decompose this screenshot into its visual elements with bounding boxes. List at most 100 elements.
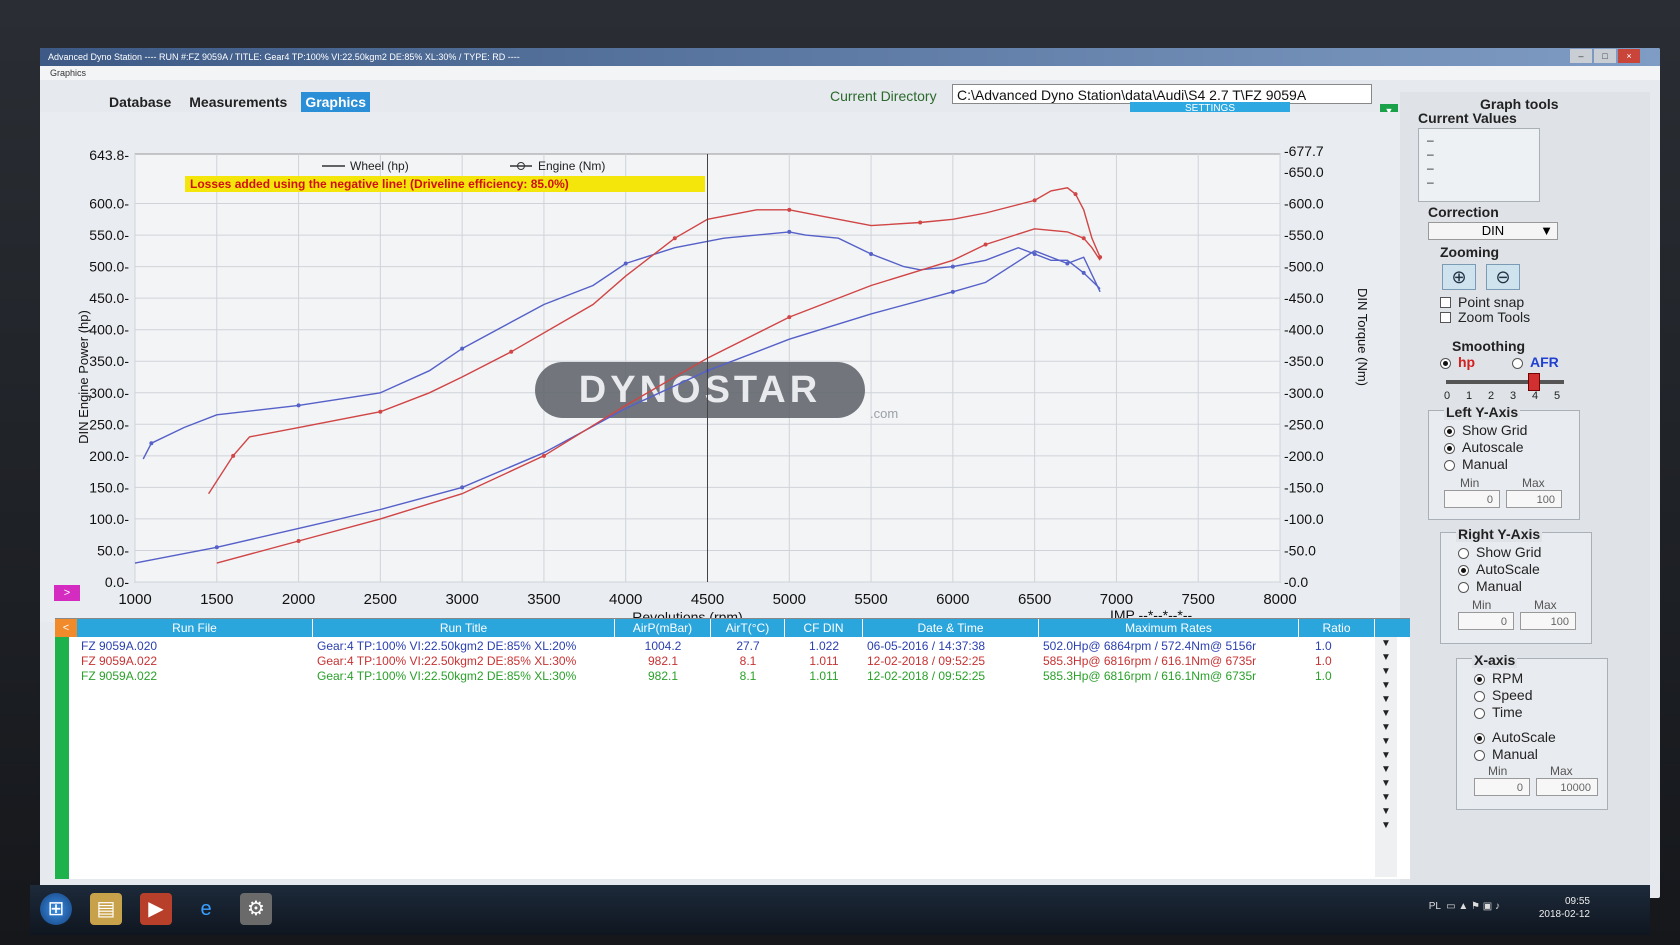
right-y-manual-label: Manual (1476, 578, 1522, 594)
point-snap-checkbox[interactable] (1440, 297, 1451, 308)
col-ratio[interactable]: Ratio (1299, 619, 1375, 637)
table-cell-airp: 1004.2 (644, 639, 682, 653)
table-row[interactable]: FZ 9059A.022 Gear:4 TP:100% VI:22.50kgm2 … (55, 669, 1375, 684)
x-axis-autoscale-radio[interactable] (1474, 733, 1485, 744)
table-cell-airt: 8.1 (739, 654, 757, 668)
right-y-max-input[interactable]: 100 (1520, 612, 1576, 630)
zoom-tools-checkbox[interactable] (1440, 312, 1451, 323)
expand-button[interactable]: > (54, 585, 80, 601)
tab-graphics[interactable]: Graphics (301, 92, 371, 112)
menu-graphics[interactable]: Graphics (50, 68, 86, 78)
dyno-app-icon[interactable]: ⚙ (240, 893, 272, 925)
col-run-title[interactable]: Run Title (313, 619, 615, 637)
window-title: Advanced Dyno Station ---- RUN #:FZ 9059… (48, 52, 520, 62)
x-axis-speed-radio[interactable] (1474, 691, 1485, 702)
left-y-min-input[interactable]: 0 (1444, 490, 1500, 508)
media-player-icon[interactable]: ▶ (140, 893, 172, 925)
title-bar: Advanced Dyno Station ---- RUN #:FZ 9059… (40, 48, 1660, 66)
minimize-icon[interactable]: – (1570, 49, 1592, 63)
slider-tick-label: 5 (1554, 390, 1561, 402)
x-axis-min-label: Min (1488, 764, 1508, 778)
right-y-show-grid-radio[interactable] (1458, 548, 1469, 559)
zoom-in-button[interactable]: ⊕ (1442, 264, 1476, 290)
x-tick-label: 8000 (1263, 591, 1296, 608)
x-axis-time-radio[interactable] (1474, 708, 1485, 719)
language-indicator[interactable]: PL (1429, 901, 1441, 912)
x-tick-label: 7500 (1182, 591, 1215, 608)
explorer-icon[interactable]: ▤ (90, 893, 122, 925)
correction-select[interactable]: DIN ▼ (1428, 222, 1558, 240)
x-axis-rpm-radio[interactable] (1474, 674, 1485, 685)
tray-icons[interactable]: ▭ ▲ ⚑ ▣ ♪ (1443, 901, 1500, 912)
y-right-tick-label: -100.0 (1284, 511, 1324, 527)
series-point-0 (1081, 270, 1086, 275)
tab-measurements[interactable]: Measurements (185, 92, 291, 112)
clock-date: 2018-02-12 (1538, 909, 1590, 920)
col-airt[interactable]: AirT(°C) (711, 619, 785, 637)
x-tick-label: 4500 (691, 591, 724, 608)
series-point-0 (149, 441, 154, 446)
x-tick-label: 6000 (936, 591, 969, 608)
table-cell-cf: 1.011 (809, 654, 839, 668)
table-cell-cf: 1.022 (808, 639, 840, 653)
slider-tick-label: 0 (1444, 390, 1451, 402)
runs-table: Run File Run Title AirP(mBar) AirT(°C) C… (55, 618, 1410, 879)
series-point-2 (1065, 261, 1070, 266)
col-date-time[interactable]: Date & Time (863, 619, 1039, 637)
smoothing-hp-radio[interactable] (1440, 358, 1451, 369)
series-point-0 (869, 252, 874, 256)
table-cell-date: 12-02-2018 / 09:52:25 (867, 654, 986, 668)
close-icon[interactable]: × (1618, 49, 1640, 63)
series-point-1 (787, 207, 792, 212)
collapse-icon[interactable]: < (55, 619, 77, 637)
current-directory-field[interactable]: C:\Advanced Dyno Station\data\Audi\S4 2.… (952, 84, 1372, 104)
series-point-0 (1032, 252, 1037, 256)
series-point-0 (787, 229, 792, 234)
smoothing-slider-thumb[interactable] (1528, 373, 1540, 391)
left-y-manual-radio[interactable] (1444, 460, 1455, 471)
left-y-max-label: Max (1522, 476, 1545, 490)
system-tray: PL ▭ ▲ ⚑ ▣ ♪ (1429, 901, 1500, 912)
y-right-tick-label: -0.0 (1284, 574, 1308, 590)
series-point-0 (460, 346, 465, 351)
left-y-axis-title: Left Y-Axis (1444, 404, 1521, 420)
x-axis-max-input[interactable]: 10000 (1536, 778, 1598, 796)
y-left-tick-label: 500.0- (89, 259, 129, 275)
right-y-manual-radio[interactable] (1458, 582, 1469, 593)
zoom-out-button[interactable]: ⊖ (1486, 264, 1520, 290)
table-cell-title: Gear:4 TP:100% VI:22.50kgm2 DE:85% XL:30… (317, 654, 577, 668)
series-point-1 (231, 453, 236, 458)
left-y-show-grid-radio[interactable] (1444, 426, 1455, 437)
maximize-icon[interactable]: □ (1594, 49, 1616, 63)
y-left-tick-label: 200.0- (89, 448, 129, 464)
col-run-file[interactable]: Run File (77, 619, 313, 637)
col-cf-din[interactable]: CF DIN (785, 619, 863, 637)
taskbar-clock[interactable]: 09:55 2018-02-12 (1539, 895, 1590, 921)
x-axis-max-label: Max (1550, 764, 1573, 778)
col-max-rates[interactable]: Maximum Rates (1039, 619, 1299, 637)
current-values-box: – – – – (1418, 128, 1540, 202)
x-axis-manual-radio[interactable] (1474, 750, 1485, 761)
x-axis-min-input[interactable]: 0 (1474, 778, 1530, 796)
series-point-1 (672, 236, 677, 241)
main-tabs: Database Measurements Graphics (105, 92, 371, 112)
right-y-autoscale-radio[interactable] (1458, 565, 1469, 576)
table-row[interactable]: FZ 9059A.020 Gear:4 TP:100% VI:22.50kgm2 … (55, 639, 1375, 654)
y-left-tick-label: 300.0- (89, 385, 129, 401)
y-right-tick-label: -50.0 (1284, 542, 1316, 558)
smoothing-slider-track[interactable] (1446, 380, 1564, 384)
table-cell-airp: 982.1 (647, 654, 679, 668)
left-y-manual-label: Manual (1462, 456, 1508, 472)
start-button[interactable]: ⊞ (40, 893, 72, 925)
left-y-autoscale-radio[interactable] (1444, 443, 1455, 454)
right-y-min-input[interactable]: 0 (1458, 612, 1514, 630)
smoothing-afr-radio[interactable] (1512, 358, 1523, 369)
internet-explorer-icon[interactable]: e (190, 893, 222, 925)
col-airp[interactable]: AirP(mBar) (615, 619, 711, 637)
left-y-max-input[interactable]: 100 (1506, 490, 1562, 508)
y-left-tick-label: 400.0- (89, 322, 129, 338)
right-y-min-label: Min (1472, 598, 1492, 612)
tab-database[interactable]: Database (105, 92, 175, 112)
table-scroll-arrows[interactable]: ▼ ▼ ▼ ▼ ▼ ▼ ▼ ▼ ▼ ▼ ▼ ▼ ▼ ▼ (1375, 637, 1397, 877)
table-row[interactable]: FZ 9059A.022 Gear:4 TP:100% VI:22.50kgm2 … (55, 654, 1375, 669)
